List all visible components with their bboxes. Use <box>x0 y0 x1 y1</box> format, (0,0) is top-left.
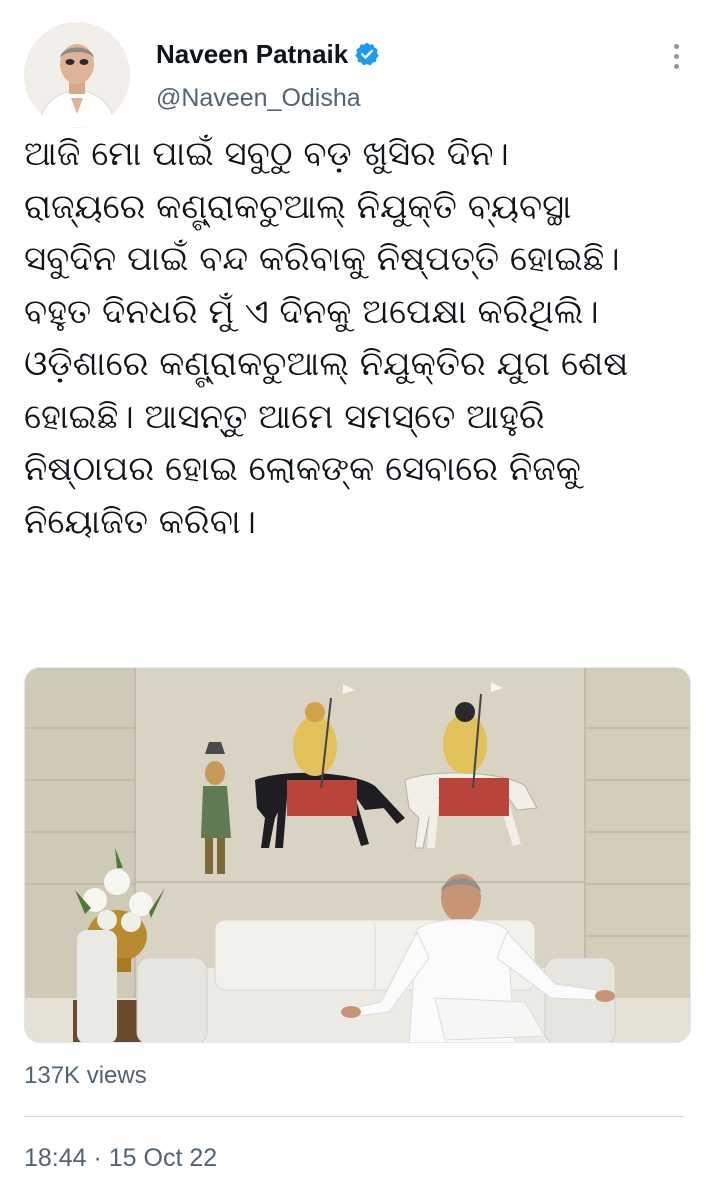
tweet-text-line: ଆଜି ମୋ ପାଇଁ ସବୁଠୁ ବଡ଼ ଖୁସିର ଦିନ। <box>24 134 509 174</box>
tweet-photo[interactable] <box>24 667 691 1043</box>
tweet-text-line: ନିୟୋଜିତ କରିବା। <box>24 501 256 542</box>
profile-photo-icon <box>24 22 130 128</box>
tweet-text-line: ବହୁତ ଦିନଧରି ମୁଁ ଏ ଦିନକୁ ଅପେକ୍ଷା କରିଥିଲି। <box>24 291 599 332</box>
author-avatar[interactable] <box>24 22 130 128</box>
divider <box>24 1116 684 1117</box>
tweet-text: ଆଜି ମୋ ପାଇଁ ସବୁଠୁ ବଡ଼ ଖୁସିର ଦିନ। ରାଜ୍ୟରେ… <box>24 128 694 548</box>
more-options-icon[interactable] <box>662 38 690 74</box>
tweet-header: Naveen Patnaik @Naveen_Odisha <box>0 0 714 128</box>
tweet-text-line: ସବୁଦିନ ପାଇଁ ବନ୍ଦ କରିବାକୁ ନିଷ୍ପତ୍ତି ହୋଇଛି… <box>24 239 620 279</box>
author-name[interactable]: Naveen Patnaik <box>156 39 348 70</box>
author-handle[interactable]: @Naveen_Odisha <box>156 84 361 113</box>
tweet-timestamp[interactable]: 18:44 · 15 Oct 22 <box>24 1144 217 1173</box>
verified-badge-icon <box>354 41 380 67</box>
tweet-text-line: ରାଜ୍ୟରେ କଣ୍ଟ୍ରାକଚୁଆଲ୍ ନିଯୁକ୍ତି ବ୍ୟବସ୍ଥା <box>24 186 572 227</box>
tweet-text-line: ହୋଇଛି। ଆସନ୍ତୁ ଆମେ ସମସ୍ତେ ଆହୁରି <box>24 396 545 437</box>
tweet-photo-icon <box>25 668 690 1042</box>
author-name-row: Naveen Patnaik <box>156 38 380 70</box>
view-count: 137K views <box>24 1062 147 1089</box>
tweet-text-line: ଓଡ଼ିଶାରେ କଣ୍ଟ୍ରାକଚୁଆଲ୍ ନିଯୁକ୍ତିର ଯୁଗ ଶେଷ <box>24 344 629 384</box>
tweet-text-line: ନିଷ୍ଠାପର ହୋଇ ଲୋକଙ୍କ ସେବାରେ ନିଜକୁ <box>24 449 581 489</box>
